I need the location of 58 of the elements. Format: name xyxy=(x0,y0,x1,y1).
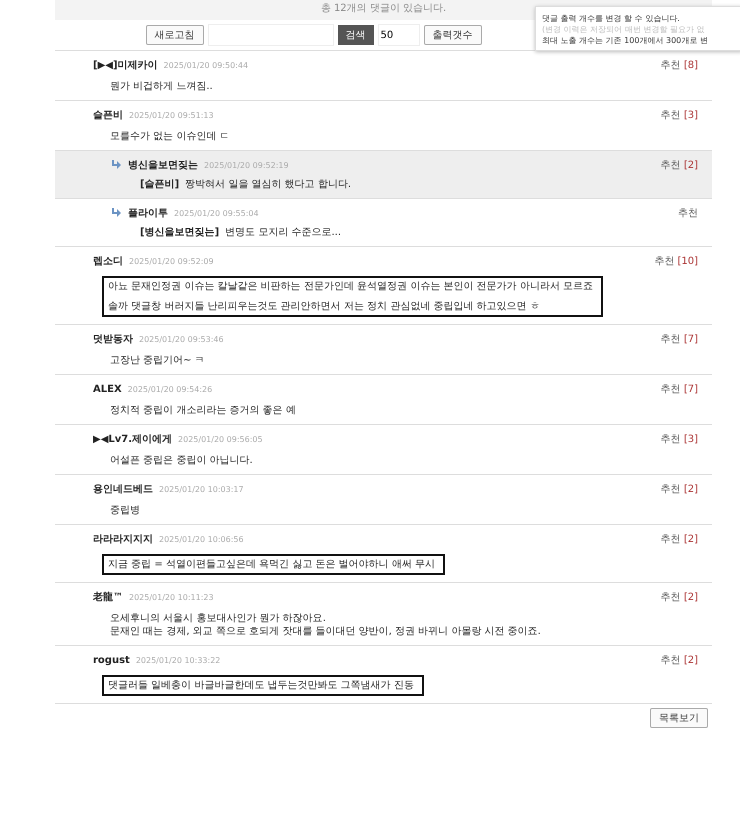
comment-text: 댓글러들 일베충이 바글바글한데도 냅두는것만봐도 그쪽냄새가 진동 xyxy=(108,679,414,692)
reply-arrow-icon xyxy=(110,159,122,171)
count-button[interactable]: 출력갯수 xyxy=(424,25,482,45)
comment-text: 뭔가 비겁하게 느껴짐.. xyxy=(110,80,214,93)
comment-text: 중립병 xyxy=(110,504,141,517)
comment-author[interactable]: rogust xyxy=(93,654,130,666)
comment-author[interactable]: 병신을보면짖는 xyxy=(128,158,198,172)
comment-author[interactable]: 용인네드베드 xyxy=(93,482,153,496)
comment-time: 2025/01/20 10:33:22 xyxy=(136,656,220,664)
comment-author[interactable]: 렙소디 xyxy=(93,254,123,268)
comment-author[interactable]: [▶◀]미제카이 xyxy=(93,58,158,72)
reply-arrow-icon xyxy=(110,207,122,219)
recommend-link[interactable]: 추천 xyxy=(678,206,698,220)
comment-time: 2025/01/20 09:52:09 xyxy=(129,256,214,266)
comment-time: 2025/01/20 09:51:13 xyxy=(129,110,214,120)
recommend-link[interactable]: 추천 [7] xyxy=(660,332,698,346)
comment-text: [병신을보면짖는] 변명도 모지리 수준으로... xyxy=(140,226,342,239)
count-field[interactable]: 50 xyxy=(378,24,420,46)
recommend-link[interactable]: 추천 [7] xyxy=(660,382,698,396)
recommend-link[interactable]: 추천 [2] xyxy=(660,482,698,496)
comment-time: 2025/01/20 09:56:05 xyxy=(178,434,263,444)
comment-text: 정치적 중립이 개소리라는 증거의 좋은 예 xyxy=(110,404,297,417)
recommend-link[interactable]: 추천 [10] xyxy=(654,254,698,268)
list-button[interactable]: 목록보기 xyxy=(650,708,708,728)
comment-time: 2025/01/20 09:52:19 xyxy=(204,160,289,170)
refresh-button[interactable]: 새로고침 xyxy=(146,25,204,45)
comment-text: 오세후니의 서울시 홍보대사인가 뭔가 하잖아요. xyxy=(110,612,327,625)
comment-author[interactable]: ▶◀Lv7.제이에게 xyxy=(93,432,172,446)
comment-author[interactable]: 덧받동자 xyxy=(93,332,133,346)
recommend-link[interactable]: 추천 [3] xyxy=(660,108,698,122)
recommend-link[interactable]: 추천 [3] xyxy=(660,432,698,446)
comment-text: 문재인 때는 경제, 외교 쪽으로 호되게 잣대를 들이대던 양반이, 정권 바뀌니 아몰랑 시전 중이죠. xyxy=(110,625,542,638)
comment-time: 2025/01/20 10:06:56 xyxy=(159,534,244,544)
comment-time: 2025/01/20 09:50:44 xyxy=(164,60,248,70)
comment-time: 2025/01/20 10:03:17 xyxy=(159,484,244,494)
search-button[interactable]: 검색 xyxy=(338,25,374,45)
comment-text: 아뇨 문재인정권 이슈는 칼날같은 비판하는 전문가인데 윤석열정권 이슈는 본인이 전문가가 아니라서 모르죠 xyxy=(108,280,593,293)
recommend-link[interactable]: 추천 [2] xyxy=(660,653,698,667)
comment-time: 2025/01/20 09:55:04 xyxy=(174,208,259,218)
comment-text: 모를수가 없는 이슈인데 ㄷ xyxy=(110,130,231,143)
recommend-link[interactable]: 추천 [2] xyxy=(660,158,698,172)
comment-author[interactable]: 老龍™ xyxy=(93,590,123,604)
comment-text: 어설픈 중립은 중립이 아닙니다. xyxy=(110,454,254,467)
comment-author[interactable]: 플라이투 xyxy=(128,206,168,220)
comment-author[interactable]: 슬픈비 xyxy=(93,108,123,122)
comment-author[interactable]: ALEX xyxy=(93,384,122,394)
comment-time: 2025/01/20 10:11:23 xyxy=(129,592,214,602)
comment-text: 솔까 댓글창 버러지들 난리피우는것도 관리안하면서 저는 정치 관심없네 중립입네 하고있으면 ㅎ xyxy=(108,300,541,313)
recommend-link[interactable]: 추천 [8] xyxy=(660,58,698,72)
recommend-link[interactable]: 추천 [2] xyxy=(660,532,698,546)
comment-text: 고장난 중립기어~ ㅋ xyxy=(110,354,206,367)
comment-time: 2025/01/20 09:53:46 xyxy=(139,334,224,344)
comment-text: [슬픈비] 짱박혀서 일을 열심히 했다고 합니다. xyxy=(140,178,352,191)
comment-text: 지금 중립 = 석열이편들고싶은데 욕먹긴 싫고 돈은 벌어야하니 애써 무시 xyxy=(108,558,435,571)
comment-author[interactable]: 라라라지지지 xyxy=(93,532,153,546)
comment-time: 2025/01/20 09:54:26 xyxy=(128,384,212,394)
tooltip: 댓글 출력 개수를 변경 할 수 있습니다. (변경 이력은 저장되어 매번 변경할 필요가 없 최대 노출 개수는 기존 100개에서 300개로 변 xyxy=(535,6,740,51)
recommend-link[interactable]: 추천 [2] xyxy=(660,590,698,604)
